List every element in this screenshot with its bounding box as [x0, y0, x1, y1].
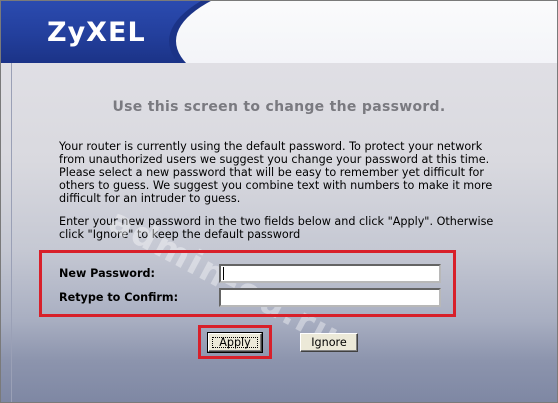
- password-change-window: ZyXEL Use this screen to change the pass…: [0, 0, 558, 403]
- ignore-button-label: Ignore: [311, 336, 347, 349]
- retype-password-label: Retype to Confirm:: [59, 291, 179, 304]
- zyxel-logo: ZyXEL: [47, 17, 146, 48]
- page-title: Use this screen to change the password.: [112, 99, 446, 115]
- text-cursor: [223, 267, 224, 280]
- retype-password-input[interactable]: [219, 288, 441, 307]
- new-password-input[interactable]: [219, 264, 441, 283]
- new-password-label: New Password:: [59, 267, 155, 280]
- apply-button-label: Apply: [219, 336, 251, 349]
- header-swoosh: [176, 1, 557, 63]
- apply-button[interactable]: Apply: [207, 332, 263, 353]
- ignore-button[interactable]: Ignore: [300, 333, 358, 352]
- intro-paragraph: Your router is currently using the defau…: [59, 140, 493, 205]
- header-banner: ZyXEL: [1, 1, 557, 63]
